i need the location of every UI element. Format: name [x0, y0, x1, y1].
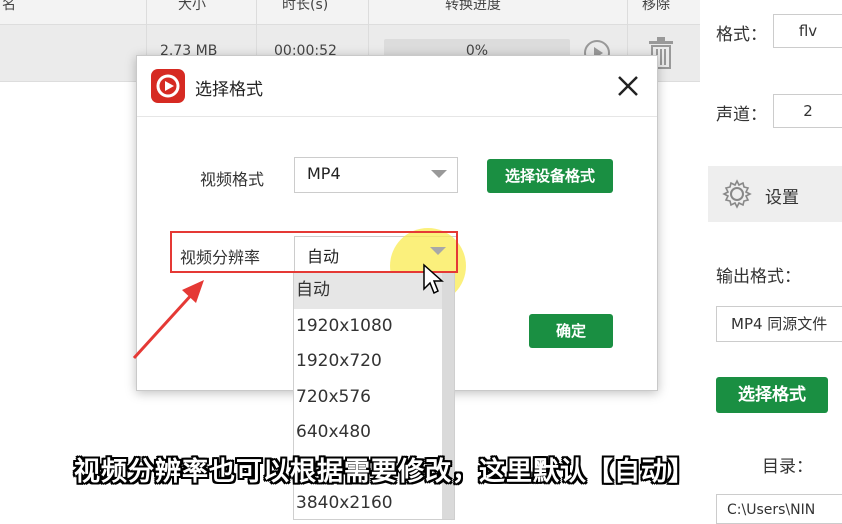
mouse-pointer-icon: [423, 263, 444, 295]
output-path-field[interactable]: C:\Users\NIN: [716, 494, 842, 524]
column-remove-header: 移除: [642, 0, 670, 13]
ok-button[interactable]: 确定: [529, 314, 613, 348]
column-progress-header: 转换进度: [445, 0, 501, 13]
settings-label: 设置: [765, 188, 799, 208]
gear-icon: [722, 179, 752, 209]
channel-label: 声道：: [716, 105, 767, 125]
app-logo-icon: [151, 69, 185, 103]
format-field[interactable]: flv: [773, 14, 842, 48]
list-item[interactable]: 3840x2160: [294, 486, 454, 519]
chevron-down-icon: [431, 170, 447, 178]
choose-device-format-button[interactable]: 选择设备格式: [487, 159, 613, 193]
video-format-value: MP4: [307, 164, 341, 183]
choose-format-button[interactable]: 选择格式: [716, 377, 828, 413]
format-label: 格式：: [716, 25, 767, 45]
output-format-field[interactable]: MP4 同源文件: [716, 306, 842, 342]
video-format-label: 视频格式: [200, 170, 265, 189]
close-icon[interactable]: [613, 71, 643, 101]
annotation-arrow-icon: [132, 280, 204, 360]
dialog-titlebar: 选择格式: [137, 56, 657, 117]
video-format-select[interactable]: MP4: [294, 157, 458, 193]
column-size-header: 大小: [178, 0, 206, 13]
column-name-header: 名: [2, 0, 16, 13]
output-dir-label: 目录：: [762, 457, 813, 477]
list-item[interactable]: 720x576: [294, 380, 454, 416]
dialog-title: 选择格式: [195, 80, 263, 100]
column-duration-header: 时长(s): [282, 0, 329, 13]
list-item[interactable]: 640x480: [294, 415, 454, 451]
list-item[interactable]: 1920x720: [294, 344, 454, 380]
settings-button[interactable]: 设置: [708, 166, 842, 222]
channel-field[interactable]: 2: [773, 94, 842, 128]
output-format-label: 输出格式：: [716, 267, 801, 287]
list-item[interactable]: 1920x1080: [294, 309, 454, 345]
video-subtitle: 视频分辨率也可以根据需要修改，这里默认【自动】: [74, 457, 696, 487]
file-table-header: 名 大小 时长(s) 转换进度 移除: [0, 0, 700, 25]
highlight-box: [170, 231, 458, 273]
